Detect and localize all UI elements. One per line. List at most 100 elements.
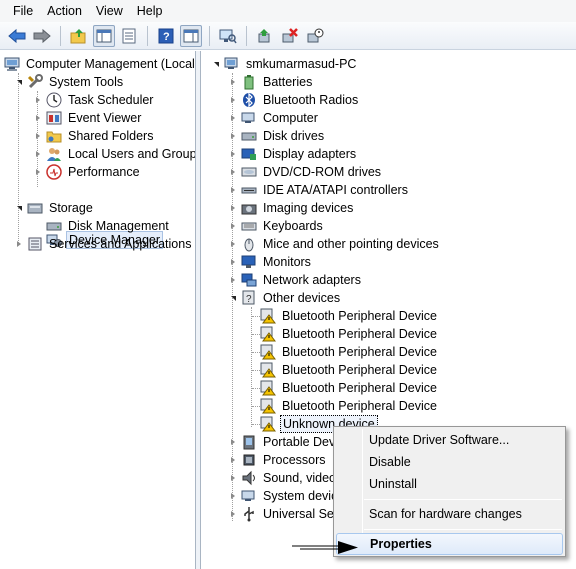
expand-arrow-icon[interactable]	[228, 113, 238, 123]
expand-arrow-icon[interactable]	[228, 437, 238, 447]
update-driver-button[interactable]	[254, 25, 276, 47]
tree-item-shared-folders[interactable]: Shared Folders	[33, 127, 155, 145]
expand-arrow-icon[interactable]	[228, 131, 238, 141]
expand-arrow-icon[interactable]	[228, 95, 238, 105]
back-button[interactable]	[6, 25, 28, 47]
expand-arrow-icon[interactable]	[228, 491, 238, 501]
show-action-pane-button[interactable]	[180, 24, 202, 47]
expand-arrow-icon[interactable]	[33, 149, 43, 159]
device-category-batteries[interactable]: Batteries	[228, 73, 314, 91]
collapse-arrow-icon[interactable]	[14, 77, 24, 87]
device-bluetooth-peripheral[interactable]: Bluetooth Peripheral Device	[260, 361, 439, 379]
tree-label: Imaging devices	[263, 201, 354, 215]
device-category-keyboards[interactable]: Keyboards	[228, 217, 325, 235]
device-bluetooth-peripheral[interactable]: Bluetooth Peripheral Device	[260, 325, 439, 343]
expand-arrow-icon[interactable]	[228, 77, 238, 87]
svg-text:?: ?	[163, 31, 170, 43]
collapse-arrow-icon[interactable]	[211, 59, 221, 69]
tree-line	[251, 307, 252, 427]
expand-arrow-icon[interactable]	[228, 149, 238, 159]
device-category-network-adapters[interactable]: Network adapters	[228, 271, 363, 289]
expand-arrow-icon[interactable]	[228, 257, 238, 267]
tree-line	[252, 334, 260, 335]
tree-label: Bluetooth Peripheral Device	[282, 327, 437, 341]
uninstall-button[interactable]	[279, 25, 301, 47]
device-bluetooth-peripheral[interactable]: Bluetooth Peripheral Device	[260, 307, 439, 325]
menu-file[interactable]: File	[6, 0, 40, 22]
expand-arrow-icon[interactable]	[33, 95, 43, 105]
tree-label: IDE ATA/ATAPI controllers	[263, 183, 408, 197]
menu-item-update-driver[interactable]: Update Driver Software...	[336, 429, 563, 451]
display-adapter-icon	[241, 146, 257, 162]
tree-item-local-users-groups[interactable]: Local Users and Groups	[33, 145, 195, 163]
tree-label: Sound, video	[263, 471, 336, 485]
tree-item-system-tools[interactable]: System Tools	[14, 73, 125, 91]
expand-arrow-icon[interactable]	[228, 221, 238, 231]
device-category-system[interactable]: System device	[228, 487, 346, 505]
expand-arrow-icon[interactable]	[33, 131, 43, 141]
device-category-portable[interactable]: Portable Devic	[228, 433, 346, 451]
console-tree-icon	[96, 29, 112, 42]
expand-arrow-icon[interactable]	[33, 113, 43, 123]
help-button[interactable]: ?	[155, 25, 177, 47]
list-icon	[122, 28, 136, 43]
device-bluetooth-peripheral[interactable]: Bluetooth Peripheral Device	[260, 343, 439, 361]
expand-arrow-icon[interactable]	[228, 275, 238, 285]
expand-arrow-icon[interactable]	[228, 473, 238, 483]
tree-label: Bluetooth Peripheral Device	[282, 309, 437, 323]
device-category-sound-video[interactable]: Sound, video	[228, 469, 338, 487]
device-category-dvd-cdrom[interactable]: DVD/CD-ROM drives	[228, 163, 383, 181]
menu-help[interactable]: Help	[130, 0, 170, 22]
device-category-ide-controllers[interactable]: IDE ATA/ATAPI controllers	[228, 181, 410, 199]
device-category-other-devices[interactable]: ? Other devices	[228, 289, 342, 307]
device-category-display-adapters[interactable]: Display adapters	[228, 145, 358, 163]
collapse-arrow-icon[interactable]	[14, 203, 24, 213]
console-tree-pane[interactable]: Computer Management (Local System Tools …	[0, 51, 196, 569]
device-category-usb[interactable]: Universal Seria	[228, 505, 350, 523]
device-category-computer[interactable]: Computer	[228, 109, 320, 127]
warning-device-icon	[260, 362, 276, 378]
tree-item-event-viewer[interactable]: Event Viewer	[33, 109, 143, 127]
device-category-disk-drives[interactable]: Disk drives	[228, 127, 326, 145]
menu-item-disable[interactable]: Disable	[336, 451, 563, 473]
expand-arrow-icon[interactable]	[228, 185, 238, 195]
expand-arrow-icon[interactable]	[228, 455, 238, 465]
tree-label: Bluetooth Peripheral Device	[282, 399, 437, 413]
device-bluetooth-peripheral[interactable]: Bluetooth Peripheral Device	[260, 379, 439, 397]
expand-arrow-icon[interactable]	[228, 509, 238, 519]
device-root-computer[interactable]: smkumarmasud-PC	[211, 55, 358, 73]
tree-item-task-scheduler[interactable]: Task Scheduler	[33, 91, 155, 109]
device-category-processors[interactable]: Processors	[228, 451, 328, 469]
export-list-button[interactable]	[118, 25, 140, 47]
tree-label: Shared Folders	[68, 129, 154, 143]
forward-button[interactable]	[31, 25, 53, 47]
scan-hardware-button[interactable]	[217, 25, 239, 47]
menu-view[interactable]: View	[89, 0, 130, 22]
device-bluetooth-peripheral[interactable]: Bluetooth Peripheral Device	[260, 397, 439, 415]
expand-arrow-icon[interactable]	[33, 167, 43, 177]
expand-arrow-icon[interactable]	[228, 167, 238, 177]
expand-arrow-icon[interactable]	[228, 239, 238, 249]
tree-item-disk-management[interactable]: Disk Management	[33, 217, 171, 235]
expand-arrow-icon[interactable]	[14, 239, 24, 249]
up-level-button[interactable]	[68, 25, 90, 47]
collapse-arrow-icon[interactable]	[228, 293, 238, 303]
device-category-imaging[interactable]: Imaging devices	[228, 199, 355, 217]
menu-item-properties[interactable]: Properties	[336, 533, 563, 555]
tree-item-services-applications[interactable]: Services and Applications	[14, 235, 193, 253]
tree-root-computer-management[interactable]: Computer Management (Local	[4, 55, 195, 73]
expand-arrow-icon[interactable]	[228, 203, 238, 213]
menu-item-uninstall[interactable]: Uninstall	[336, 473, 563, 495]
device-category-mice[interactable]: Mice and other pointing devices	[228, 235, 441, 253]
device-category-bluetooth-radios[interactable]: Bluetooth Radios	[228, 91, 360, 109]
toolbar-separator	[209, 25, 210, 46]
tree-item-storage[interactable]: Storage	[14, 199, 95, 217]
show-hide-tree-button[interactable]	[93, 24, 115, 47]
menu-action[interactable]: Action	[40, 0, 89, 22]
tree-item-performance[interactable]: Performance	[33, 163, 142, 181]
menu-item-scan-hardware[interactable]: Scan for hardware changes	[336, 503, 563, 525]
device-category-monitors[interactable]: Monitors	[228, 253, 313, 271]
disable-button[interactable]	[304, 25, 326, 47]
tree-label: Computer	[263, 111, 318, 125]
action-pane-icon	[183, 29, 199, 42]
